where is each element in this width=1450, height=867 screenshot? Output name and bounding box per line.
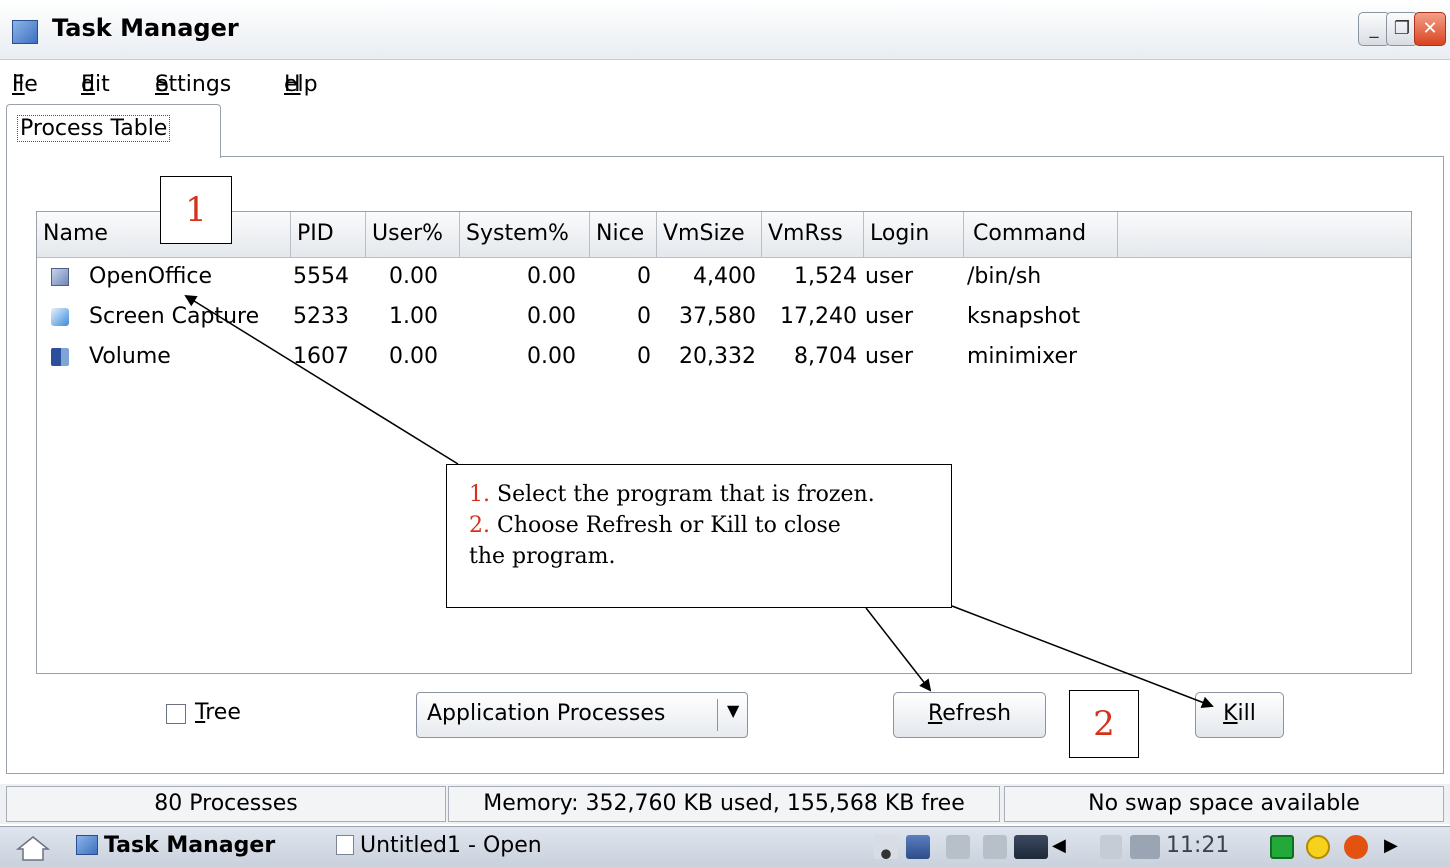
step-text: Select the program that is frozen. xyxy=(497,482,875,507)
table-header: Name PID User% System% Nice VmSize VmRss… xyxy=(37,212,1411,258)
task-manager-icon xyxy=(76,835,98,855)
volume-icon xyxy=(51,348,69,366)
tab-process-table-label: Process Table xyxy=(17,115,171,142)
step-number: 2. xyxy=(469,513,490,538)
close-button[interactable]: ✕ xyxy=(1414,12,1446,46)
process-name: Screen Capture xyxy=(89,304,260,329)
process-vmsize: 4,400 xyxy=(693,264,756,289)
network-icon[interactable] xyxy=(906,835,930,859)
tab-process-table[interactable]: Process Table xyxy=(6,104,221,158)
dropdown-separator xyxy=(717,699,718,731)
table-row[interactable]: Volume 1607 0.00 0.00 0 20,332 8,704 use… xyxy=(37,338,1411,378)
process-login: user xyxy=(865,304,913,329)
process-user-percent: 0.00 xyxy=(389,344,438,369)
process-nice: 0 xyxy=(637,264,651,289)
process-login: user xyxy=(865,264,913,289)
taskbar-item-label: Task Manager xyxy=(104,833,276,858)
input-method-icon[interactable] xyxy=(983,835,1007,859)
process-nice: 0 xyxy=(637,344,651,369)
process-vmrss: 8,704 xyxy=(794,344,857,369)
process-filter-value: Application Processes xyxy=(427,701,666,726)
process-vmsize: 37,580 xyxy=(679,304,756,329)
speaker-icon[interactable]: ◀ xyxy=(1052,835,1072,859)
task-manager-icon xyxy=(12,20,38,44)
menu-bar: File Edit Settings Help xyxy=(12,72,318,97)
process-user-percent: 0.00 xyxy=(389,264,438,289)
swap-status: No swap space available xyxy=(1004,786,1444,822)
table-row[interactable]: OpenOffice 5554 0.00 0.00 0 4,400 1,524 … xyxy=(37,258,1411,298)
column-header-user[interactable]: User% xyxy=(366,212,460,258)
kill-label-rest: ill xyxy=(1237,701,1256,726)
instruction-line-3: the program. xyxy=(469,544,616,569)
usb-icon[interactable] xyxy=(1130,835,1160,859)
tree-checkbox[interactable] xyxy=(166,704,186,724)
process-user-percent: 1.00 xyxy=(389,304,438,329)
process-pid: 5233 xyxy=(293,304,349,329)
wifi-icon[interactable] xyxy=(874,835,898,859)
process-command: /bin/sh xyxy=(967,264,1042,289)
storage-icon[interactable] xyxy=(1100,835,1122,859)
status-bar: 80 Processes Memory: 352,760 KB used, 15… xyxy=(0,784,1450,824)
column-header-system[interactable]: System% xyxy=(460,212,590,258)
openoffice-icon xyxy=(51,268,69,286)
column-header-vmsize[interactable]: VmSize xyxy=(657,212,762,258)
process-vmrss: 1,524 xyxy=(794,264,857,289)
taskbar-item-task-manager[interactable]: Task Manager xyxy=(76,833,275,858)
battery-icon[interactable] xyxy=(1014,835,1048,859)
process-vmsize: 20,332 xyxy=(679,344,756,369)
process-system-percent: 0.00 xyxy=(527,264,576,289)
tree-label-rest: ree xyxy=(205,700,241,725)
taskbar: Task Manager Untitled1 - Open ◀ 11:21 ▶ xyxy=(0,826,1450,867)
instruction-callout: 1. Select the program that is frozen. 2.… xyxy=(446,464,952,608)
chevron-down-icon[interactable]: ▼ xyxy=(727,701,739,720)
column-header-nice[interactable]: Nice xyxy=(590,212,657,258)
process-filter-dropdown[interactable]: Application Processes ▼ xyxy=(416,692,748,738)
step-text: Choose Refresh or Kill to close xyxy=(497,513,841,538)
process-name: OpenOffice xyxy=(89,264,212,289)
step-number: 1. xyxy=(469,482,490,507)
taskbar-item-untitled[interactable]: Untitled1 - Open xyxy=(336,833,542,858)
keyboard-icon[interactable] xyxy=(946,835,970,859)
grid-app-icon[interactable] xyxy=(1270,835,1294,859)
tree-label-mnemonic: T xyxy=(195,700,206,725)
tree-label[interactable]: Tree xyxy=(195,700,241,725)
annotation-marker-2: 2 xyxy=(1069,690,1139,758)
process-vmrss: 17,240 xyxy=(780,304,857,329)
column-header-vmrss[interactable]: VmRss xyxy=(762,212,864,258)
title-bar: Task Manager _ ❐ ✕ xyxy=(0,0,1450,60)
refresh-mnemonic: R xyxy=(927,701,943,726)
process-system-percent: 0.00 xyxy=(527,344,576,369)
kill-button[interactable]: Kill xyxy=(1195,692,1284,738)
column-header-login[interactable]: Login xyxy=(864,212,964,258)
window-title: Task Manager xyxy=(52,14,239,42)
clock[interactable]: 11:21 xyxy=(1166,833,1229,858)
screen-capture-icon xyxy=(51,308,69,326)
process-system-percent: 0.00 xyxy=(527,304,576,329)
column-header-command[interactable]: Command xyxy=(964,212,1118,258)
smiley-icon[interactable] xyxy=(1306,835,1330,859)
annotation-marker-1: 1 xyxy=(160,176,232,244)
process-command: minimixer xyxy=(967,344,1078,369)
memory-status: Memory: 352,760 KB used, 155,568 KB free xyxy=(448,786,1000,822)
taskbar-item-label: Untitled1 - Open xyxy=(360,833,542,858)
process-pid: 5554 xyxy=(293,264,349,289)
instruction-line-1: 1. Select the program that is frozen. xyxy=(469,479,951,510)
process-nice: 0 xyxy=(637,304,651,329)
process-command: ksnapshot xyxy=(967,304,1081,329)
process-count-status: 80 Processes xyxy=(6,786,446,822)
instruction-line-2: 2. Choose Refresh or Kill to close xyxy=(469,510,951,541)
process-login: user xyxy=(865,344,913,369)
chevron-right-icon[interactable]: ▶ xyxy=(1384,835,1402,859)
refresh-label-rest: efresh xyxy=(942,701,1012,726)
refresh-button[interactable]: Refresh xyxy=(893,692,1046,738)
process-pid: 1607 xyxy=(293,344,349,369)
alert-icon[interactable] xyxy=(1344,835,1368,859)
kill-mnemonic: K xyxy=(1223,701,1238,726)
table-row[interactable]: Screen Capture 5233 1.00 0.00 0 37,580 1… xyxy=(37,298,1411,338)
process-name: Volume xyxy=(89,344,171,369)
document-icon xyxy=(336,835,354,855)
column-header-pid[interactable]: PID xyxy=(291,212,366,258)
home-icon[interactable] xyxy=(16,835,50,861)
